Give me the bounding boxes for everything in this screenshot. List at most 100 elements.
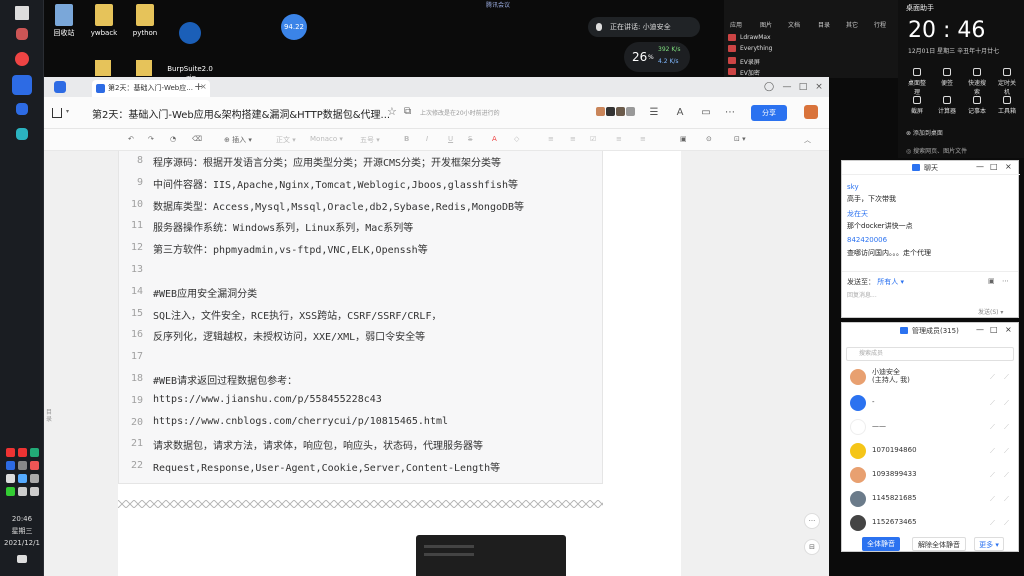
tray-icon-green[interactable] [30, 448, 39, 457]
menu-lines-icon[interactable]: ☰ [648, 107, 660, 119]
result-item[interactable]: LdrawMax [728, 34, 771, 41]
checklist-button[interactable]: ☑ [590, 135, 596, 143]
tab-document[interactable]: 第2天：基础入门-Web应... [92, 80, 210, 97]
camera-off-icon[interactable]: ⟋ [1004, 423, 1012, 431]
indent-button[interactable]: ≡ [640, 135, 646, 143]
add-to-desktop-link[interactable]: ⊗ 添加到桌面 [906, 128, 943, 137]
app-icon[interactable] [16, 103, 28, 115]
close-icon[interactable]: × [1005, 325, 1012, 334]
mic-muted-icon[interactable]: ⟋ [990, 373, 998, 381]
camera-off-icon[interactable]: ⟋ [1004, 447, 1012, 455]
cc-button[interactable]: 截屏 [906, 96, 928, 115]
user-avatar[interactable] [804, 105, 818, 119]
network-speed-widget[interactable]: 26 % 392 K/s 4.2 K/s [624, 42, 690, 72]
new-tab-icon[interactable]: + [194, 80, 203, 93]
font-select[interactable]: Monaco ▾ [310, 135, 343, 143]
taskbar-clock[interactable]: 20:46 星期三 2021/12/1 [0, 513, 44, 549]
close-icon[interactable]: × [812, 80, 826, 94]
code-line[interactable]: 18 #WEB请求返回过程数据包参考： [119, 369, 604, 391]
avatar[interactable] [626, 107, 635, 116]
code-line[interactable]: 11 服务器操作系统：Windows系列，Linux系列，Mac系列等 [119, 216, 604, 238]
cc-button[interactable]: 工具箱 [996, 96, 1018, 115]
tencent-docs-logo[interactable] [54, 81, 66, 93]
mic-muted-icon[interactable]: ⟋ [990, 399, 998, 407]
maximize-icon[interactable]: □ [990, 325, 998, 334]
close-icon[interactable]: × [1005, 162, 1012, 171]
highlight-button[interactable]: ◇ [514, 135, 519, 143]
cc-button[interactable]: 桌面整理 [906, 68, 928, 96]
redo-icon[interactable]: ↷ [148, 135, 154, 143]
chat-input[interactable]: 回复消息... [847, 290, 1013, 302]
mic-muted-icon[interactable]: ⟋ [990, 447, 998, 455]
send-button[interactable]: 发送(S) ▾ [978, 307, 1003, 316]
tray-icon-red-3[interactable] [30, 461, 39, 470]
camera-off-icon[interactable]: ⟋ [1004, 519, 1012, 527]
member-row[interactable]: 1093899433 ⟋ ⟋ [842, 465, 1020, 485]
windows-icon[interactable] [15, 6, 29, 20]
result-item[interactable]: EV加密 [728, 68, 760, 77]
member-row[interactable]: 小迪安全 (主持人, 我) ⟋ ⟋ [842, 367, 1020, 387]
code-line[interactable]: 12 第三方软件：phpmyadmin,vs-ftpd,VNC,ELK,Opens… [119, 238, 604, 260]
folder-icon[interactable] [95, 60, 111, 76]
tencent-docs-icon[interactable] [12, 75, 32, 95]
maximize-icon[interactable]: □ [796, 80, 810, 94]
minimize-icon[interactable]: — [780, 80, 794, 94]
camera-off-icon[interactable]: ⟋ [1004, 373, 1012, 381]
font-size-select[interactable]: 五号 ▾ [360, 135, 380, 145]
tray-icon-blue[interactable] [6, 461, 15, 470]
paragraph-style-select[interactable]: 正文 ▾ [276, 135, 296, 145]
member-row[interactable]: —— ⟋ ⟋ [842, 417, 1020, 437]
app-icon-2[interactable] [16, 128, 28, 140]
share-button[interactable]: 分享 [751, 105, 787, 121]
collapse-toolbar-icon[interactable]: ︿ [804, 135, 811, 145]
text-format-icon[interactable]: A [674, 107, 686, 119]
member-search-input[interactable]: 搜索成员 [846, 347, 1014, 361]
tab-apps[interactable]: 应用 [730, 20, 742, 29]
comment-icon[interactable]: ▭ [700, 107, 712, 119]
tray-icon-white-3[interactable] [30, 487, 39, 496]
member-row[interactable]: - ⟋ ⟋ [842, 393, 1020, 413]
outline-float-button[interactable]: ⊟ [804, 539, 820, 555]
unmute-all-button[interactable]: 解除全体静音 [912, 537, 966, 551]
italic-button[interactable]: I [426, 135, 428, 143]
result-item[interactable]: Everything [728, 45, 772, 52]
outline-toggle[interactable]: 目录 [46, 409, 56, 423]
mic-muted-icon[interactable]: ⟋ [990, 495, 998, 503]
bold-button[interactable]: B [404, 135, 409, 143]
cc-button[interactable]: 便签 [936, 68, 958, 87]
cc-button[interactable]: 计算器 [936, 96, 958, 115]
more-float-button[interactable]: ··· [804, 513, 820, 529]
home-dropdown-icon[interactable]: ▾ [66, 108, 69, 115]
image-icon[interactable]: ▣ [988, 277, 995, 285]
align-button[interactable]: ≡ [616, 135, 622, 143]
code-line[interactable]: 16 反序列化，逻辑越权，未授权访问，XXE/XML，弱口令安全等 [119, 325, 604, 347]
more-button[interactable]: 更多 ▾ [974, 537, 1004, 551]
mic-muted-icon[interactable]: ⟋ [990, 471, 998, 479]
minimize-icon[interactable]: — [976, 325, 984, 334]
tray-icon-cyan[interactable] [18, 474, 27, 483]
avatar[interactable] [606, 107, 615, 116]
tab-schedule[interactable]: 行程 [874, 20, 886, 29]
undo-icon[interactable]: ↶ [128, 135, 134, 143]
server-image[interactable] [416, 535, 566, 576]
meeting-status[interactable]: 腾讯会议 [486, 0, 546, 9]
bullet-list-button[interactable]: ≡ [548, 135, 554, 143]
tray-icon[interactable] [16, 28, 28, 40]
insert-menu[interactable]: ⊕ 插入 ▾ [224, 135, 252, 145]
avatar[interactable] [616, 107, 625, 116]
code-line[interactable]: 21 请求数据包，请求方法，请求体，响应包，响应头，状态码，代理服务器等 [119, 434, 604, 456]
mic-muted-icon[interactable]: ⟋ [990, 423, 998, 431]
tab-dirs[interactable]: 目录 [818, 20, 830, 29]
tray-icon-white-2[interactable] [18, 487, 27, 496]
camera-off-icon[interactable]: ⟋ [1004, 495, 1012, 503]
code-line[interactable]: 17 [119, 347, 604, 369]
code-line[interactable]: 10 数据库类型：Access,Mysql,Mssql,Oracle,db2,Sy… [119, 195, 604, 217]
code-line[interactable]: 19 https://www.jianshu.com/p/558455228c43 [119, 391, 604, 413]
copy-icon[interactable]: ⧉ [404, 106, 411, 117]
member-row[interactable]: 1152673465 ⟋ ⟋ [842, 513, 1020, 533]
result-item[interactable]: EV录屏 [728, 57, 760, 66]
home-icon[interactable] [52, 108, 62, 118]
assistant-search[interactable]: ◎ 搜索网页、图片文件 [906, 146, 967, 155]
format-painter-icon[interactable]: ◔ [170, 135, 176, 143]
send-to-select[interactable]: 所有人 ▾ [877, 278, 904, 286]
